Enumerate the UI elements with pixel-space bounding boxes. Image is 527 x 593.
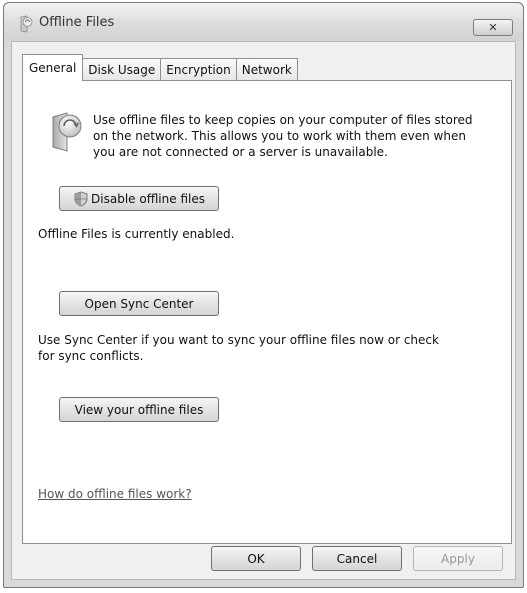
disable-offline-files-button[interactable]: Disable offline files	[59, 186, 219, 211]
general-tab-panel: Use offline files to keep copies on your…	[22, 80, 512, 544]
tab-general[interactable]: General	[22, 54, 84, 81]
tab-label: General	[29, 61, 77, 75]
offline-files-icon	[20, 15, 33, 33]
button-label: Disable offline files	[91, 191, 205, 206]
close-icon: ✕	[488, 21, 498, 34]
tab-strip: General Disk Usage Encryption Network	[22, 53, 298, 81]
tab-encryption[interactable]: Encryption	[160, 58, 237, 81]
tab-network[interactable]: Network	[235, 58, 298, 81]
tab-disk-usage[interactable]: Disk Usage	[82, 58, 162, 81]
button-label: View your offline files	[74, 402, 204, 417]
description-line: on the network. This allows you to work …	[93, 129, 466, 143]
offline-files-description: Use offline files to keep copies on your…	[93, 112, 493, 160]
dialog-client-area: General Disk Usage Encryption Network Us…	[11, 41, 516, 580]
close-button[interactable]: ✕	[473, 19, 513, 36]
tab-label: Encryption	[166, 63, 231, 77]
description-line: you are not connected or a server is una…	[93, 145, 388, 159]
tab-label: Disk Usage	[88, 63, 156, 77]
offline-files-icon	[52, 112, 82, 152]
description-line: Use offline files to keep copies on your…	[93, 113, 473, 127]
open-sync-center-button[interactable]: Open Sync Center	[59, 291, 219, 316]
help-link[interactable]: How do offline files work?	[38, 487, 192, 501]
description-line: for sync conflicts.	[38, 349, 144, 363]
offline-files-dialog: Offline Files ✕ General Disk Usage Encry…	[3, 2, 524, 588]
title-bar[interactable]: Offline Files ✕	[4, 3, 523, 41]
button-label: Apply	[441, 551, 475, 566]
ok-button[interactable]: OK	[211, 546, 301, 571]
description-line: Use Sync Center if you want to sync your…	[38, 333, 439, 347]
button-label: Cancel	[336, 551, 378, 566]
window-title: Offline Files	[39, 15, 115, 30]
cancel-button[interactable]: Cancel	[312, 546, 402, 571]
button-label: Open Sync Center	[84, 296, 194, 311]
apply-button[interactable]: Apply	[413, 546, 503, 571]
sync-center-description: Use Sync Center if you want to sync your…	[38, 332, 439, 364]
view-offline-files-button[interactable]: View your offline files	[59, 397, 219, 422]
uac-shield-icon	[74, 191, 88, 206]
status-text: Offline Files is currently enabled.	[38, 227, 235, 241]
tab-label: Network	[241, 63, 292, 77]
button-label: OK	[247, 551, 265, 566]
